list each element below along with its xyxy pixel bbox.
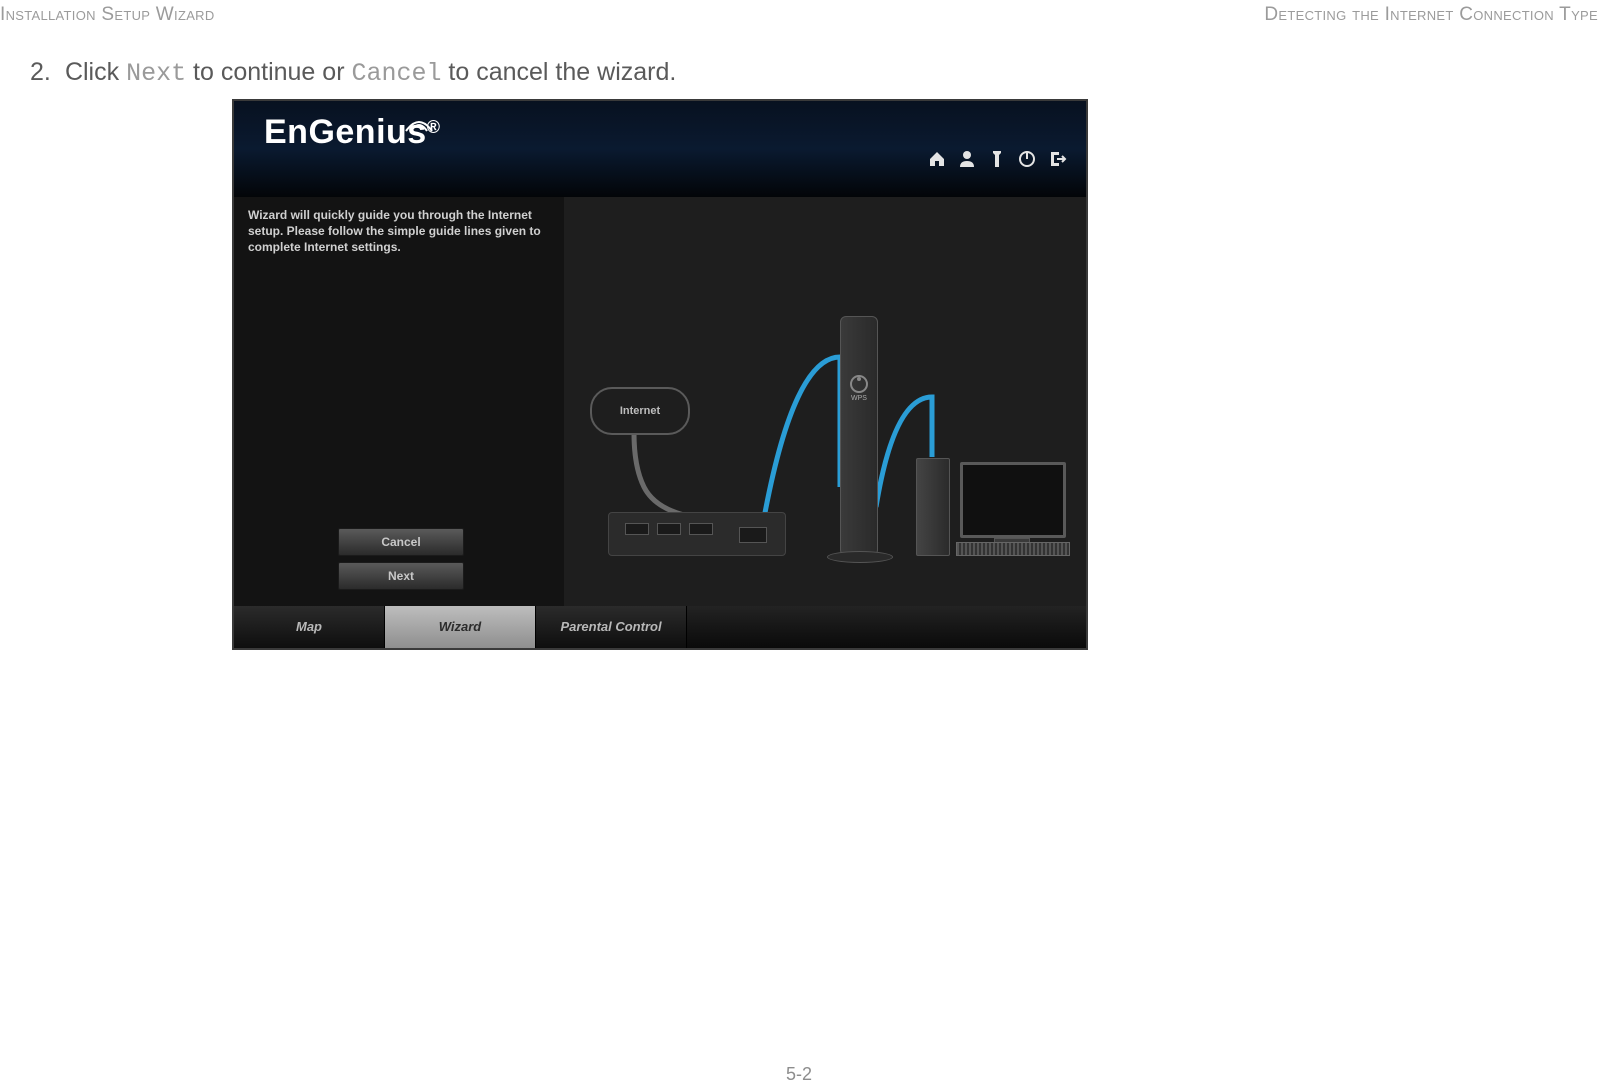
next-button[interactable]: Next [338, 562, 464, 590]
tab-map[interactable]: Map [234, 606, 385, 648]
router-admin-screenshot: EnGenius® [232, 99, 1088, 650]
page-header-left: Installation Setup Wizard [0, 4, 215, 26]
app-body: Wizard will quickly guide you through th… [234, 197, 1086, 606]
code-cancel: Cancel [351, 59, 441, 88]
logout-icon[interactable] [1046, 149, 1068, 171]
tool-icon[interactable] [986, 149, 1008, 171]
internet-cloud: Internet [590, 387, 690, 435]
network-diagram: Internet WPS [584, 227, 1066, 576]
tab-parental-control[interactable]: Parental Control [536, 606, 687, 648]
router-base [827, 551, 893, 563]
toolbar [926, 149, 1068, 171]
nav-spacer [687, 606, 1086, 648]
pc-tower [916, 458, 950, 556]
page-header-right: Detecting the Internet Connection Type [1264, 4, 1598, 26]
instruction-text-post: to cancel the wizard. [441, 58, 676, 86]
wizard-diagram-panel: Internet WPS [564, 197, 1086, 606]
cancel-button[interactable]: Cancel [338, 528, 464, 556]
wps-dot-icon [857, 377, 861, 381]
code-next: Next [126, 59, 186, 88]
app-topbar: EnGenius® [234, 101, 1086, 197]
wps-label: WPS [841, 395, 877, 402]
modem-port [689, 523, 713, 535]
instruction-text-mid: to continue or [186, 58, 351, 86]
instruction-text-pre: Click [65, 58, 126, 86]
tab-wizard[interactable]: Wizard [385, 606, 536, 648]
monitor [960, 462, 1066, 538]
step-number: 2. [30, 58, 58, 87]
keyboard [956, 542, 1070, 556]
bottom-nav: Map Wizard Parental Control [234, 606, 1086, 648]
wizard-description: Wizard will quickly guide you through th… [248, 207, 550, 256]
power-icon[interactable] [1016, 149, 1038, 171]
router-device: WPS [840, 316, 878, 556]
modem-port [739, 527, 767, 543]
modem-port [657, 523, 681, 535]
page-number: 5-2 [0, 1064, 1598, 1085]
instruction-step: 2. Click Next to continue or Cancel to c… [30, 58, 676, 88]
modem-device [608, 512, 786, 556]
home-icon[interactable] [926, 149, 948, 171]
modem-port [625, 523, 649, 535]
user-icon[interactable] [956, 149, 978, 171]
logo-registered: ® [427, 117, 441, 137]
brand-logo: EnGenius® [264, 113, 440, 152]
wizard-buttons: Cancel Next [338, 528, 464, 596]
wizard-left-panel: Wizard will quickly guide you through th… [234, 197, 564, 606]
logo-text: EnGenius [264, 113, 427, 151]
